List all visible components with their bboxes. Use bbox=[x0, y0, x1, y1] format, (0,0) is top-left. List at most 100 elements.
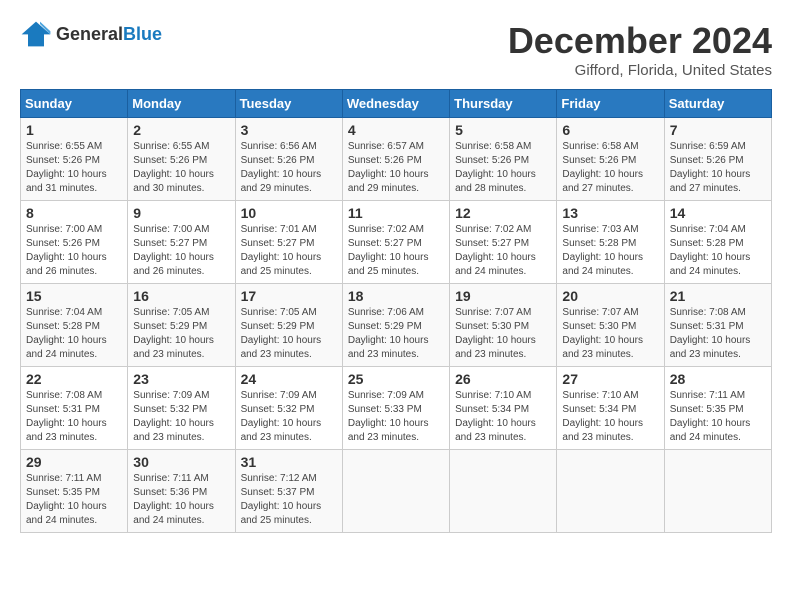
day-info: Sunrise: 7:00 AMSunset: 5:27 PMDaylight:… bbox=[133, 223, 229, 279]
calendar-header: SundayMondayTuesdayWednesdayThursdayFrid… bbox=[21, 90, 772, 118]
day-number: 7 bbox=[670, 122, 766, 138]
calendar-cell: 8 Sunrise: 7:00 AMSunset: 5:26 PMDaylight… bbox=[21, 201, 128, 284]
day-info: Sunrise: 7:11 AMSunset: 5:35 PMDaylight:… bbox=[26, 472, 122, 528]
calendar-cell: 22 Sunrise: 7:08 AMSunset: 5:31 PMDayligh… bbox=[21, 367, 128, 450]
day-header-tuesday: Tuesday bbox=[235, 90, 342, 118]
day-number: 10 bbox=[241, 205, 337, 221]
day-info: Sunrise: 7:06 AMSunset: 5:29 PMDaylight:… bbox=[348, 306, 444, 362]
day-info: Sunrise: 7:07 AMSunset: 5:30 PMDaylight:… bbox=[562, 306, 658, 362]
day-info: Sunrise: 7:09 AMSunset: 5:32 PMDaylight:… bbox=[241, 389, 337, 445]
calendar-cell bbox=[342, 450, 449, 533]
day-number: 3 bbox=[241, 122, 337, 138]
day-info: Sunrise: 7:10 AMSunset: 5:34 PMDaylight:… bbox=[455, 389, 551, 445]
day-header-friday: Friday bbox=[557, 90, 664, 118]
calendar-cell: 18 Sunrise: 7:06 AMSunset: 5:29 PMDayligh… bbox=[342, 284, 449, 367]
calendar-cell: 24 Sunrise: 7:09 AMSunset: 5:32 PMDayligh… bbox=[235, 367, 342, 450]
week-row-3: 15 Sunrise: 7:04 AMSunset: 5:28 PMDayligh… bbox=[21, 284, 772, 367]
calendar-cell: 1 Sunrise: 6:55 AMSunset: 5:26 PMDaylight… bbox=[21, 118, 128, 201]
day-number: 12 bbox=[455, 205, 551, 221]
day-number: 9 bbox=[133, 205, 229, 221]
calendar-body: 1 Sunrise: 6:55 AMSunset: 5:26 PMDaylight… bbox=[21, 118, 772, 533]
week-row-2: 8 Sunrise: 7:00 AMSunset: 5:26 PMDaylight… bbox=[21, 201, 772, 284]
month-title: December 2024 bbox=[508, 20, 772, 62]
calendar-cell: 19 Sunrise: 7:07 AMSunset: 5:30 PMDayligh… bbox=[450, 284, 557, 367]
calendar-cell: 29Sunrise: 7:11 AMSunset: 5:35 PMDayligh… bbox=[21, 450, 128, 533]
day-number: 15 bbox=[26, 288, 122, 304]
calendar-cell: 17 Sunrise: 7:05 AMSunset: 5:29 PMDayligh… bbox=[235, 284, 342, 367]
day-number: 22 bbox=[26, 371, 122, 387]
calendar-cell: 26Sunrise: 7:10 AMSunset: 5:34 PMDayligh… bbox=[450, 367, 557, 450]
day-header-saturday: Saturday bbox=[664, 90, 771, 118]
day-info: Sunrise: 6:55 AMSunset: 5:26 PMDaylight:… bbox=[26, 140, 122, 196]
day-info: Sunrise: 6:55 AMSunset: 5:26 PMDaylight:… bbox=[133, 140, 229, 196]
day-number: 17 bbox=[241, 288, 337, 304]
day-number: 8 bbox=[26, 205, 122, 221]
day-info: Sunrise: 7:03 AMSunset: 5:28 PMDaylight:… bbox=[562, 223, 658, 279]
day-info: Sunrise: 7:07 AMSunset: 5:30 PMDaylight:… bbox=[455, 306, 551, 362]
calendar-cell: 10 Sunrise: 7:01 AMSunset: 5:27 PMDayligh… bbox=[235, 201, 342, 284]
calendar-cell: 25 Sunrise: 7:09 AMSunset: 5:33 PMDayligh… bbox=[342, 367, 449, 450]
calendar-cell: 9 Sunrise: 7:00 AMSunset: 5:27 PMDaylight… bbox=[128, 201, 235, 284]
location-title: Gifford, Florida, United States bbox=[508, 62, 772, 79]
day-number: 27 bbox=[562, 371, 658, 387]
day-number: 16 bbox=[133, 288, 229, 304]
calendar-cell: 2Sunrise: 6:55 AMSunset: 5:26 PMDaylight… bbox=[128, 118, 235, 201]
logo: GeneralBlue bbox=[20, 20, 162, 48]
day-info: Sunrise: 7:09 AMSunset: 5:33 PMDaylight:… bbox=[348, 389, 444, 445]
day-number: 24 bbox=[241, 371, 337, 387]
logo-blue: Blue bbox=[123, 24, 162, 44]
calendar-cell: 27 Sunrise: 7:10 AMSunset: 5:34 PMDayligh… bbox=[557, 367, 664, 450]
day-info: Sunrise: 7:08 AMSunset: 5:31 PMDaylight:… bbox=[670, 306, 766, 362]
calendar-cell: 21 Sunrise: 7:08 AMSunset: 5:31 PMDayligh… bbox=[664, 284, 771, 367]
day-info: Sunrise: 7:11 AMSunset: 5:35 PMDaylight:… bbox=[670, 389, 766, 445]
day-number: 28 bbox=[670, 371, 766, 387]
calendar-cell bbox=[450, 450, 557, 533]
calendar-cell: 11 Sunrise: 7:02 AMSunset: 5:27 PMDayligh… bbox=[342, 201, 449, 284]
day-info: Sunrise: 7:05 AMSunset: 5:29 PMDaylight:… bbox=[241, 306, 337, 362]
day-number: 5 bbox=[455, 122, 551, 138]
calendar-cell: 7Sunrise: 6:59 AMSunset: 5:26 PMDaylight… bbox=[664, 118, 771, 201]
day-info: Sunrise: 7:08 AMSunset: 5:31 PMDaylight:… bbox=[26, 389, 122, 445]
calendar-cell: 16Sunrise: 7:05 AMSunset: 5:29 PMDayligh… bbox=[128, 284, 235, 367]
calendar-cell: 28 Sunrise: 7:11 AMSunset: 5:35 PMDayligh… bbox=[664, 367, 771, 450]
day-info: Sunrise: 7:04 AMSunset: 5:28 PMDaylight:… bbox=[670, 223, 766, 279]
logo-general: General bbox=[56, 24, 123, 44]
day-number: 21 bbox=[670, 288, 766, 304]
day-info: Sunrise: 7:12 AMSunset: 5:37 PMDaylight:… bbox=[241, 472, 337, 528]
calendar-cell: 3Sunrise: 6:56 AMSunset: 5:26 PMDaylight… bbox=[235, 118, 342, 201]
day-info: Sunrise: 7:11 AMSunset: 5:36 PMDaylight:… bbox=[133, 472, 229, 528]
day-header-wednesday: Wednesday bbox=[342, 90, 449, 118]
week-row-1: 1 Sunrise: 6:55 AMSunset: 5:26 PMDaylight… bbox=[21, 118, 772, 201]
day-number: 20 bbox=[562, 288, 658, 304]
day-info: Sunrise: 7:02 AMSunset: 5:27 PMDaylight:… bbox=[455, 223, 551, 279]
day-number: 25 bbox=[348, 371, 444, 387]
day-header-thursday: Thursday bbox=[450, 90, 557, 118]
logo-icon bbox=[20, 20, 52, 48]
day-number: 1 bbox=[26, 122, 122, 138]
day-number: 18 bbox=[348, 288, 444, 304]
logo-text: GeneralBlue bbox=[56, 24, 162, 45]
calendar-cell: 14 Sunrise: 7:04 AMSunset: 5:28 PMDayligh… bbox=[664, 201, 771, 284]
title-area: December 2024 Gifford, Florida, United S… bbox=[508, 20, 772, 79]
calendar-cell bbox=[557, 450, 664, 533]
day-number: 4 bbox=[348, 122, 444, 138]
day-number: 11 bbox=[348, 205, 444, 221]
day-info: Sunrise: 7:04 AMSunset: 5:28 PMDaylight:… bbox=[26, 306, 122, 362]
day-header-monday: Monday bbox=[128, 90, 235, 118]
day-info: Sunrise: 7:09 AMSunset: 5:32 PMDaylight:… bbox=[133, 389, 229, 445]
calendar-cell: 20 Sunrise: 7:07 AMSunset: 5:30 PMDayligh… bbox=[557, 284, 664, 367]
calendar-cell: 13Sunrise: 7:03 AMSunset: 5:28 PMDayligh… bbox=[557, 201, 664, 284]
day-info: Sunrise: 7:10 AMSunset: 5:34 PMDaylight:… bbox=[562, 389, 658, 445]
calendar-cell: 12 Sunrise: 7:02 AMSunset: 5:27 PMDayligh… bbox=[450, 201, 557, 284]
day-info: Sunrise: 7:00 AMSunset: 5:26 PMDaylight:… bbox=[26, 223, 122, 279]
calendar-cell: 4Sunrise: 6:57 AMSunset: 5:26 PMDaylight… bbox=[342, 118, 449, 201]
day-info: Sunrise: 6:58 AMSunset: 5:26 PMDaylight:… bbox=[455, 140, 551, 196]
day-info: Sunrise: 6:58 AMSunset: 5:26 PMDaylight:… bbox=[562, 140, 658, 196]
day-number: 14 bbox=[670, 205, 766, 221]
day-info: Sunrise: 7:02 AMSunset: 5:27 PMDaylight:… bbox=[348, 223, 444, 279]
day-header-sunday: Sunday bbox=[21, 90, 128, 118]
day-info: Sunrise: 7:01 AMSunset: 5:27 PMDaylight:… bbox=[241, 223, 337, 279]
day-number: 31 bbox=[241, 454, 337, 470]
calendar-cell: 5 Sunrise: 6:58 AMSunset: 5:26 PMDaylight… bbox=[450, 118, 557, 201]
day-number: 19 bbox=[455, 288, 551, 304]
